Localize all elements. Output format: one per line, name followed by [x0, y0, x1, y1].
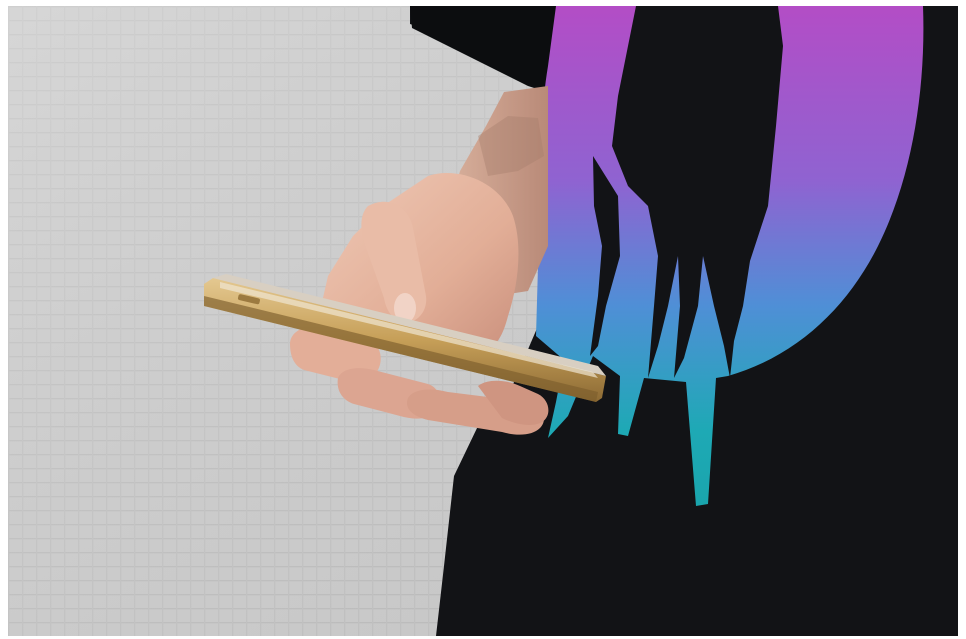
photo-scene [8, 6, 958, 636]
photo-frame [8, 6, 958, 636]
